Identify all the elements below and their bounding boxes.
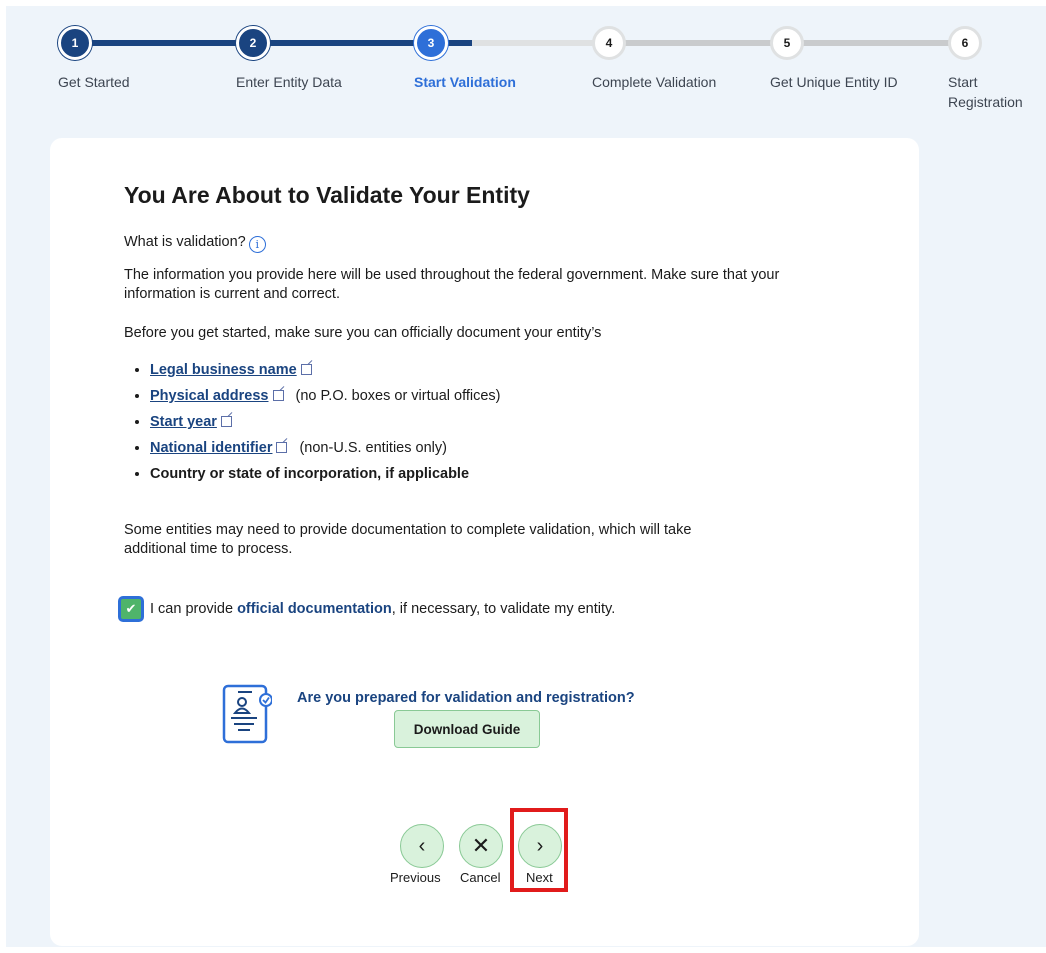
page-title: You Are About to Validate Your Entity bbox=[124, 182, 530, 208]
consent-checkbox[interactable]: ✔ bbox=[118, 596, 144, 622]
consent-label[interactable]: I can provide official documentation, if… bbox=[150, 601, 615, 617]
step-5-label: Get Unique Entity ID bbox=[770, 74, 898, 90]
stepper-line-2-3 bbox=[268, 40, 418, 46]
national-identifier-link[interactable]: National identifier bbox=[150, 440, 272, 456]
list-item: Country or state of incorporation, if ap… bbox=[150, 464, 500, 490]
guide-question: Are you prepared for validation and regi… bbox=[297, 690, 635, 706]
stepper-line-3-4-progress bbox=[446, 40, 472, 46]
list-item: Physical address (no P.O. boxes or virtua… bbox=[150, 386, 500, 412]
what-is-validation: What is validation? i bbox=[124, 233, 266, 253]
cancel-label: Cancel bbox=[460, 870, 501, 885]
step-5-circle: 5 bbox=[770, 26, 804, 60]
stepper-line-4-5 bbox=[624, 40, 774, 46]
stepper-line-1-2 bbox=[90, 40, 240, 46]
step-6-label: Start Registration bbox=[948, 74, 1023, 110]
download-guide-button[interactable]: Download Guide bbox=[394, 710, 540, 748]
external-link-icon bbox=[220, 416, 232, 427]
legal-business-name-link[interactable]: Legal business name bbox=[150, 362, 297, 378]
step-4-label: Complete Validation bbox=[592, 74, 717, 90]
close-icon: ✕ bbox=[471, 833, 491, 858]
step-2-label: Enter Entity Data bbox=[236, 74, 342, 90]
chevron-left-icon: ‹ bbox=[418, 834, 426, 857]
previous-button[interactable]: ‹ bbox=[400, 824, 444, 868]
list-item: National identifier (non-U.S. entities on… bbox=[150, 438, 500, 464]
info-icon[interactable]: i bbox=[248, 236, 266, 253]
what-is-validation-text: What is validation? bbox=[124, 234, 246, 250]
external-link-icon bbox=[300, 364, 312, 375]
step-1-circle: 1 bbox=[58, 26, 92, 60]
consent-suffix: , if necessary, to validate my entity. bbox=[391, 601, 616, 617]
document-guide-icon bbox=[222, 684, 272, 744]
cancel-button[interactable]: ✕ bbox=[459, 824, 503, 868]
external-link-icon bbox=[272, 390, 284, 401]
step-2-circle: 2 bbox=[236, 26, 270, 60]
physical-address-link[interactable]: Physical address bbox=[150, 388, 269, 404]
progress-stepper: 1 2 3 4 5 6 Get Started Enter Entity Dat… bbox=[0, 0, 1046, 120]
list-item: Legal business name bbox=[150, 360, 500, 386]
stepper-line-5-6 bbox=[802, 40, 952, 46]
step-1-label: Get Started bbox=[58, 74, 130, 90]
incorporation-item: Country or state of incorporation, if ap… bbox=[150, 466, 470, 482]
physical-address-note: (no P.O. boxes or virtual offices) bbox=[295, 388, 501, 404]
documentation-note: Some entities may need to provide docume… bbox=[124, 522, 692, 557]
validation-card: You Are About to Validate Your Entity Wh… bbox=[50, 138, 919, 946]
step-6-circle: 6 bbox=[948, 26, 982, 60]
document-list: Legal business name Physical address (no … bbox=[124, 360, 500, 490]
check-icon: ✔ bbox=[125, 601, 137, 616]
next-button-highlight bbox=[510, 808, 568, 892]
step-3-label: Start Validation bbox=[414, 74, 516, 90]
start-year-link[interactable]: Start year bbox=[150, 414, 217, 430]
list-item: Start year bbox=[150, 412, 500, 438]
external-link-icon bbox=[276, 442, 288, 453]
consent-prefix: I can provide bbox=[150, 601, 238, 617]
before-paragraph: Before you get started, make sure you ca… bbox=[124, 325, 602, 341]
documentation-consent[interactable]: ✔ I can provide official documentation, … bbox=[118, 596, 615, 622]
intro-paragraph: The information you provide here will be… bbox=[124, 267, 780, 302]
national-identifier-note: (non-U.S. entities only) bbox=[299, 440, 447, 456]
step-4-circle: 4 bbox=[592, 26, 626, 60]
step-3-circle: 3 bbox=[414, 26, 448, 60]
consent-bold: official documentation bbox=[237, 601, 392, 617]
previous-label: Previous bbox=[390, 870, 441, 885]
